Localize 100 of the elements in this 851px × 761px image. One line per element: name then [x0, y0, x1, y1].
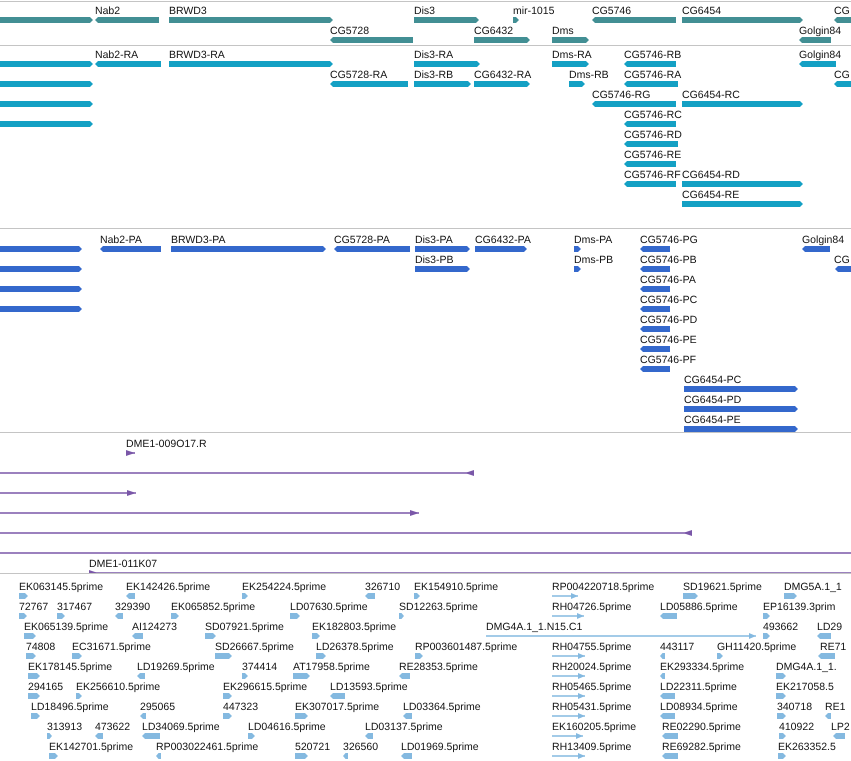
est-label: RH05465.5prime — [552, 681, 632, 693]
est-label: 74808 — [26, 641, 56, 653]
est-label: 317467 — [57, 601, 92, 613]
transcript-label: CG5746-RB — [624, 49, 682, 61]
gene-label: Golgin84 — [799, 25, 842, 37]
est-label: EK307017.5prime — [295, 701, 380, 713]
est-label: EK142701.5prime — [49, 741, 134, 753]
est-label: AT17958.5prime — [293, 661, 370, 673]
est-label: 326560 — [343, 741, 378, 753]
est-label: LD29 — [817, 621, 842, 633]
est-label: 295065 — [140, 701, 176, 713]
est-label: EK293334.5prime — [660, 661, 744, 673]
est-label: 374414 — [242, 661, 278, 673]
transcript-label: CG5746-RA — [624, 69, 682, 81]
est-label: LD07630.5prime — [290, 601, 368, 613]
est-label: EK256610.5prime — [76, 681, 160, 693]
protein-label: CG5728-PA — [334, 234, 390, 246]
est-label: RH20024.5prime — [552, 661, 632, 673]
protein-label: CG5746-PG — [640, 234, 698, 246]
est-label: 340718 — [777, 701, 812, 713]
est-label: RH13409.5prime — [552, 741, 632, 753]
transcript-label: Dis3-RA — [414, 49, 454, 61]
est-label: EK254224.5prime — [242, 581, 326, 593]
protein-label: CG5746-PF — [640, 354, 696, 366]
protein-label: CG6454-PE — [684, 414, 741, 426]
est-label: GH11420.5prime — [717, 641, 796, 653]
est-label: LD22311.5prime — [660, 681, 737, 693]
est-label: EK217058.5 — [776, 681, 834, 693]
est-label: AI124273 — [132, 621, 177, 633]
transcript-label: Golgin84 — [799, 49, 842, 61]
est-label: DMG4A.1_1.N15.C1 — [486, 621, 582, 633]
est-label: RE28353.5prime — [399, 661, 478, 673]
est-label: RE02290.5prime — [662, 721, 741, 733]
protein-label: CG — [834, 254, 850, 266]
transcript-label: Dms-RA — [552, 49, 592, 61]
est-label: EK296615.5prime — [223, 681, 308, 693]
protein-label: Golgin84 — [802, 234, 844, 246]
est-label: RP004220718.5prime — [552, 581, 654, 593]
transcript-label: Dis3-RB — [414, 69, 454, 81]
protein-label: Dms-PB — [574, 254, 614, 266]
protein-label: CG6454-PD — [684, 394, 742, 406]
est-label: EK154910.5prime — [414, 581, 498, 593]
est-label: 443117 — [660, 641, 694, 653]
transcript-label: CG5746-RC — [624, 109, 682, 121]
est-label: EK065852.5prime — [171, 601, 256, 613]
est-label: LD13593.5prime — [330, 681, 408, 693]
est-label: 493662 — [763, 621, 798, 633]
est-label: EK063145.5prime — [19, 581, 104, 593]
gene-label: CG6454 — [682, 5, 722, 17]
transcript-label: Dms-RB — [569, 69, 609, 81]
gene-label: Nab2 — [95, 5, 120, 17]
est-label: RE1 — [825, 701, 846, 713]
est-label: LD08934.5prime — [660, 701, 738, 713]
est-label: EK160205.5prime — [552, 721, 636, 733]
est-label: 329390 — [115, 601, 150, 613]
protein-label: CG6454-PC — [684, 374, 742, 386]
est-label: EK142426.5prime — [126, 581, 210, 593]
gene-label: mir-1015 — [513, 5, 554, 17]
protein-label: CG5746-PD — [640, 314, 698, 326]
est-label: RH04755.5prime — [552, 641, 632, 653]
est-label: EK182803.5prime — [312, 621, 396, 633]
est-label: RE71 — [820, 641, 846, 653]
est-label: SD12263.5prime — [399, 601, 478, 613]
transcript-label: Nab2-RA — [95, 49, 138, 61]
est-label: LD03137.5prime — [365, 721, 443, 733]
transcript-label: CG5746-RG — [592, 89, 650, 101]
protein-label: Dis3-PB — [415, 254, 454, 266]
protein-label: CG6432-PA — [475, 234, 531, 246]
est-label: LD18496.5prime — [31, 701, 109, 713]
est-label: 326710 — [365, 581, 400, 593]
est-label: RH05431.5prime — [552, 701, 632, 713]
clone-label: DME1-011K07 — [89, 558, 158, 570]
est-label: SD19621.5prime — [683, 581, 762, 593]
est-label: 72767 — [19, 601, 48, 613]
est-label: LD26378.5prime — [316, 641, 394, 653]
est-label: LD01969.5prime — [401, 741, 479, 753]
est-label: RH04726.5prime — [552, 601, 632, 613]
est-label: LD03364.5prime — [403, 701, 481, 713]
est-label: RP003022461.5prime — [156, 741, 258, 753]
est-label: 473622 — [95, 721, 130, 733]
est-label: RE69282.5prime — [662, 741, 741, 753]
est-label: RP003601487.5prime — [415, 641, 518, 653]
est-label: LP2 — [831, 721, 850, 733]
protein-label: CG5746-PB — [640, 254, 697, 266]
gene-label: CG5746 — [592, 5, 632, 17]
protein-label: CG5746-PA — [640, 274, 696, 286]
gene-label: CG — [834, 5, 850, 17]
est-label: 447323 — [223, 701, 258, 713]
est-label: 520721 — [295, 741, 330, 753]
protein-label: Dis3-PA — [415, 234, 453, 246]
protein-label: BRWD3-PA — [171, 234, 226, 246]
est-label: EK178145.5prime — [28, 661, 112, 673]
est-label: EC31671.5prime — [72, 641, 151, 653]
gene-label: Dis3 — [414, 5, 436, 17]
transcript-label: BRWD3-RA — [169, 49, 225, 61]
est-label: EK065139.5prime — [24, 621, 108, 633]
protein-label: Dms-PA — [574, 234, 612, 246]
est-label: LD19269.5prime — [137, 661, 215, 673]
transcript-label: CG6454-RD — [682, 169, 740, 181]
gene-label: CG6432 — [474, 25, 514, 37]
